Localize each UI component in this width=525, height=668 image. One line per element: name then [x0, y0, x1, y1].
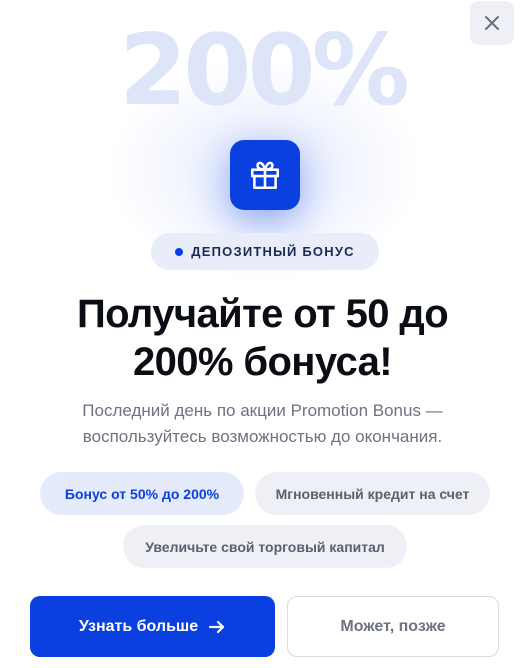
learn-more-label: Узнать больше: [78, 617, 199, 635]
promo-title: Получайте от 50 до 200% бонуса!: [0, 290, 525, 386]
gift-tile: [230, 140, 300, 210]
feature-chip-instant-credit: Мгновенный кредит на счет: [255, 472, 490, 515]
badge-dot: [175, 247, 184, 256]
badge-label: ДЕПОЗИТНЫЙ БОНУС: [191, 244, 355, 259]
maybe-later-button[interactable]: Может, позже: [287, 596, 499, 657]
learn-more-button[interactable]: Узнать больше: [30, 596, 275, 657]
promo-title-line-1: Получайте от 50 до: [76, 292, 449, 336]
arrow-right-icon: [209, 620, 225, 633]
feature-chip-trading-capital: Увеличьте свой торговый капитал: [123, 525, 407, 568]
promo-subtitle-line-1: Последний день по акции Promotion Bonus …: [82, 401, 443, 420]
close-icon: [485, 16, 499, 30]
gift-icon: [250, 161, 280, 190]
promo-subtitle-line-2: воспользуйтесь возможностью до окончания…: [82, 427, 443, 446]
promo-subtitle: Последний день по акции Promotion Bonus …: [0, 398, 525, 450]
feature-chip-bonus-range: Бонус от 50% до 200%: [40, 472, 244, 515]
promo-title-line-2: 200% бонуса!: [132, 340, 393, 384]
bonus-promo-modal: 200% ДЕПОЗИТНЫЙ БОНУС Получайте от 50 до…: [0, 0, 525, 668]
maybe-later-label: Может, позже: [340, 617, 446, 635]
close-button[interactable]: [470, 1, 514, 45]
deposit-bonus-badge: ДЕПОЗИТНЫЙ БОНУС: [151, 233, 379, 270]
hero-big-number: 200%: [119, 14, 410, 128]
